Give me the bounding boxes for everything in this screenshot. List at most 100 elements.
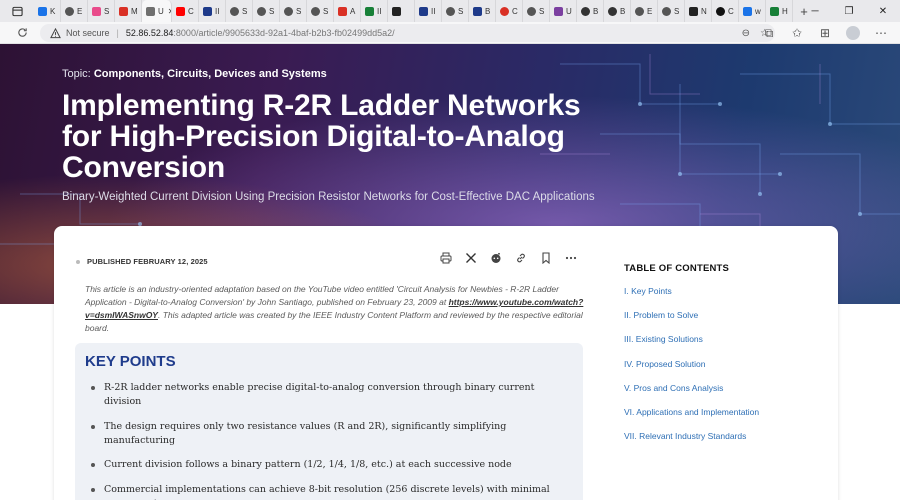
more-menu-icon[interactable]: ⋯ [868,22,894,44]
tab-favicon-icon [581,6,590,16]
tab-favicon-icon [743,6,752,16]
refresh-icon[interactable] [10,22,34,44]
browser-tab[interactable]: II [361,0,388,22]
browser-tab[interactable]: II [415,0,442,22]
browser-tab[interactable]: S [226,0,253,22]
share-toolbar [438,250,579,266]
key-point-item: R-2R ladder networks enable precise digi… [88,381,568,409]
toc-link-applications[interactable]: VI. Applications and Implementation [624,407,824,417]
split-screen-icon[interactable]: ⧉ [756,22,782,44]
tab-favicon-icon [392,6,401,16]
warning-icon[interactable] [50,27,61,39]
favorites-icon[interactable]: ✩ [784,22,810,44]
key-point-item: Current division follows a binary patter… [88,458,568,472]
tab-label: U [158,6,164,16]
tab-favicon-icon [311,6,320,16]
reader-mode-icon[interactable]: ⊖ [742,28,750,39]
browser-tab[interactable]: S [658,0,685,22]
address-bar[interactable]: Not secure | 52.86.52.84:8000/article/99… [40,24,775,42]
browser-tab[interactable]: C [496,0,523,22]
tab-label: S [296,6,302,16]
table-of-contents: TABLE OF CONTENTS I. Key Points II. Prob… [624,263,824,455]
disclaimer-text-end: . This adapted article was created by th… [85,310,583,333]
tab-favicon-icon [554,6,563,16]
key-points-heading: KEY POINTS [85,353,176,370]
tab-label: II [431,6,436,16]
url-path[interactable]: :8000/article/9905633d-92a1-4baf-b2b3-fb… [173,28,394,38]
tab-favicon-icon [338,6,347,16]
bookmark-icon[interactable] [538,250,554,266]
maximize-icon[interactable]: ❐ [832,0,866,22]
browser-tab[interactable]: B [469,0,496,22]
tab-label: S [242,6,248,16]
browser-tab[interactable]: N [685,0,712,22]
tab-favicon-icon [662,6,671,16]
toc-link-proposed-solution[interactable]: IV. Proposed Solution [624,359,824,369]
more-options-icon[interactable] [563,250,579,266]
key-points-box: KEY POINTS R-2R ladder networks enable p… [75,343,583,500]
tab-label: S [539,6,545,16]
toc-link-pros-cons[interactable]: V. Pros and Cons Analysis [624,383,824,393]
toc-heading: TABLE OF CONTENTS [624,263,730,274]
tab-label: M [131,6,138,16]
tab-favicon-icon [203,6,212,16]
tab-favicon-icon [446,6,455,16]
browser-tab[interactable]: M [115,0,142,22]
browser-tab[interactable]: H [766,0,793,22]
tab-favicon-icon [635,6,644,16]
tab-actions-menu-icon[interactable] [0,0,34,22]
tab-label: U [566,6,572,16]
tab-favicon-icon [146,6,155,16]
browser-tab[interactable]: B [577,0,604,22]
close-window-icon[interactable]: ✕ [866,0,900,22]
x-share-icon[interactable] [463,250,479,266]
tab-label: S [269,6,275,16]
tab-favicon-icon [257,6,266,16]
collections-icon[interactable]: ⊞ [812,22,838,44]
url-host[interactable]: 52.86.52.84 [126,28,174,38]
topic-line: Topic: Components, Circuits, Devices and… [62,68,327,80]
tab-favicon-icon [716,6,725,16]
tab-favicon-icon [92,6,101,16]
toc-link-standards[interactable]: VII. Relevant Industry Standards [624,431,824,441]
browser-tab[interactable]: C [712,0,739,22]
browser-tab[interactable]: S [88,0,115,22]
reddit-share-icon[interactable] [488,250,504,266]
browser-tab[interactable] [388,0,415,22]
tab-favicon-icon [230,6,239,16]
tab-label: C [188,6,194,16]
browser-tab[interactable]: S [280,0,307,22]
topic-link[interactable]: Components, Circuits, Devices and System… [94,68,327,80]
toc-link-key-points[interactable]: I. Key Points [624,286,824,296]
toc-link-problem[interactable]: II. Problem to Solve [624,310,824,320]
browser-tab[interactable]: w [739,0,766,22]
browser-tab[interactable]: K [34,0,61,22]
security-label[interactable]: Not secure [66,28,110,38]
avatar [846,26,860,40]
browser-tab-strip: KESMU✕CIISSSSAIIIISBCSUBBESNCwH + ─ ❐ ✕ [0,0,900,22]
copy-link-icon[interactable] [513,250,529,266]
browser-tab[interactable]: A [334,0,361,22]
key-point-item: Commercial implementations can achieve 8… [88,483,568,500]
browser-tab[interactable]: S [253,0,280,22]
browser-tab-active[interactable]: U✕ [142,0,172,22]
tab-label: E [77,6,83,16]
browser-tab[interactable]: E [631,0,658,22]
browser-tab[interactable]: E [61,0,88,22]
profile-avatar[interactable] [840,22,866,44]
minimize-icon[interactable]: ─ [798,0,832,22]
browser-tab[interactable]: S [307,0,334,22]
browser-tab[interactable]: S [523,0,550,22]
browser-tab[interactable]: II [199,0,226,22]
browser-tab[interactable]: U [550,0,577,22]
tab-favicon-icon [38,6,47,16]
tab-favicon-icon [689,6,698,16]
browser-tab[interactable]: B [604,0,631,22]
browser-tab[interactable]: C [172,0,199,22]
toc-link-existing-solutions[interactable]: III. Existing Solutions [624,334,824,344]
tab-label: C [728,6,734,16]
browser-tab[interactable]: S [442,0,469,22]
toolbar-right: ⧉ ✩ ⊞ ⋯ [756,22,900,44]
tab-label: N [701,6,707,16]
print-icon[interactable] [438,250,454,266]
